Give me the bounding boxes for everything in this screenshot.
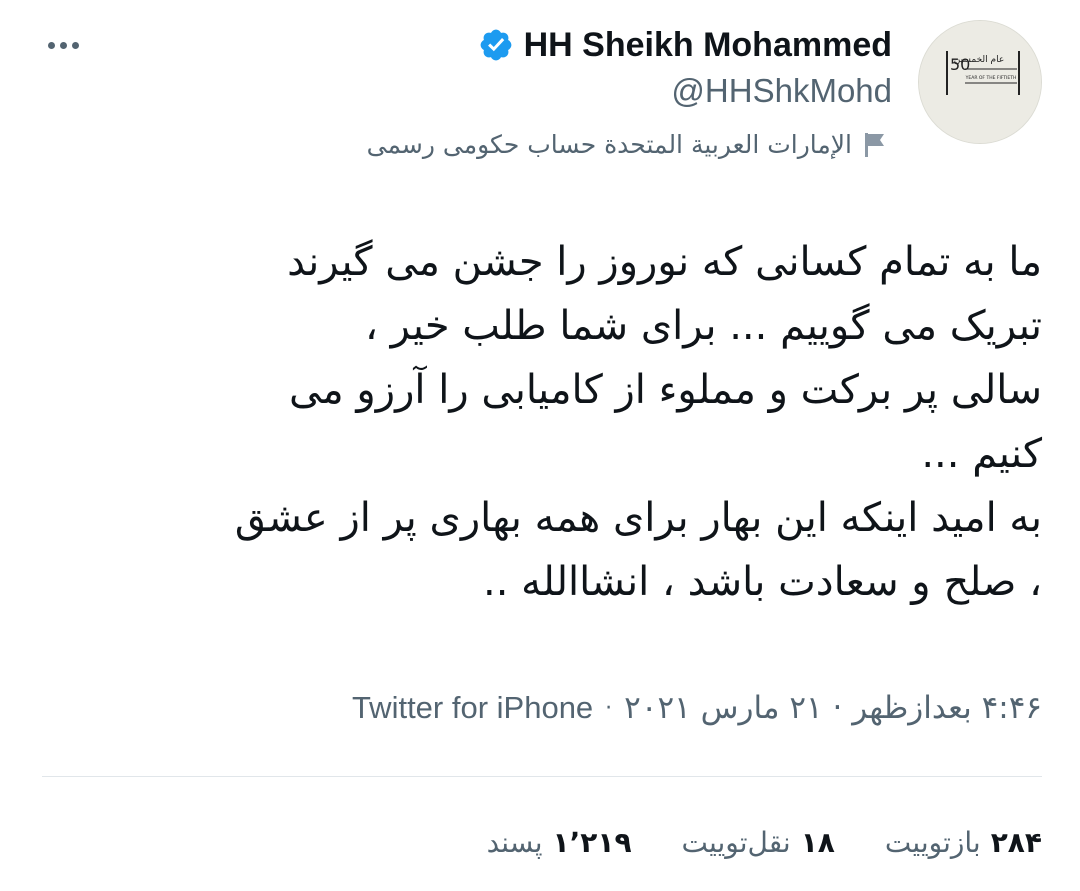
flag-icon [865,132,884,157]
avatar[interactable]: 50 عام الخمسين YEAR OF THE FIFTIETH [918,20,1042,144]
display-name[interactable]: HH Sheikh Mohammed [524,26,892,65]
retweets-label: بازتوییت [884,826,981,859]
tweet-source-link[interactable]: Twitter for iPhone [352,690,593,726]
tweet-text-line: به امید اینکه این بهار برای همه بهاری پر… [234,495,1042,541]
tweet-text-line: سالی پر برکت و مملوء از کامیابی را آرزو … [288,367,1042,413]
retweets-count: ۲۸۴ [990,826,1042,859]
likes-stat[interactable]: ۱٬۲۱۹ پسند [487,826,632,859]
tweet-text-line: ، صلح و سعادت باشد ، انشاالله .. [482,559,1042,605]
tweet-text-line: تبریک می گوییم ... برای شما طلب خیر ، [365,303,1042,349]
verified-badge-icon [480,29,511,61]
quotes-stat[interactable]: ۱۸ نقل‌توییت [682,826,835,859]
more-horizontal-icon [47,41,55,49]
retweets-stat[interactable]: ۲۸۴ بازتوییت [885,826,1042,859]
more-options-button[interactable] [40,30,86,60]
likes-label: پسند [486,826,543,859]
tweet-stats: ۲۸۴ بازتوییت ۱۸ نقل‌توییت ۱٬۲۱۹ پسند [487,826,1042,859]
user-handle[interactable]: @HHShkMohd [478,72,892,110]
tweet-text: ما به تمام کسانی که نوروز را جشن می گیرن… [50,230,1042,614]
meta-separator: · [605,695,613,721]
account-label-text: الإمارات العربية المتحدة حساب حكومى رسمى [366,130,852,159]
quotes-label: نقل‌توییت [681,826,791,859]
divider [42,776,1042,777]
tweet-meta: Twitter for iPhone · ۴:۴۶ بعدازظهر · ۲۱ … [352,690,1042,726]
quotes-count: ۱۸ [800,826,835,859]
tweet-text-line: ما به تمام کسانی که نوروز را جشن می گیرن… [287,239,1042,285]
tweet-timestamp[interactable]: ۴:۴۶ بعدازظهر · ۲۱ مارس ۲۰۲۱ [624,690,1042,726]
more-horizontal-icon-dot [59,41,67,49]
year-of-fiftieth-logo: 50 عام الخمسين YEAR OF THE FIFTIETH [919,21,1041,143]
account-label: الإمارات العربية المتحدة حساب حكومى رسمى [367,130,888,159]
more-horizontal-icon-dot [71,41,79,49]
svg-text:YEAR OF THE FIFTIETH: YEAR OF THE FIFTIETH [965,75,1017,81]
tweet-author: HH Sheikh Mohammed @HHShkMohd [478,22,892,110]
tweet-text-line: کنیم ... [921,431,1042,477]
likes-count: ۱٬۲۱۹ [552,826,632,859]
name-row: HH Sheikh Mohammed [478,22,892,68]
svg-text:عام الخمسين: عام الخمسين [954,55,1004,65]
